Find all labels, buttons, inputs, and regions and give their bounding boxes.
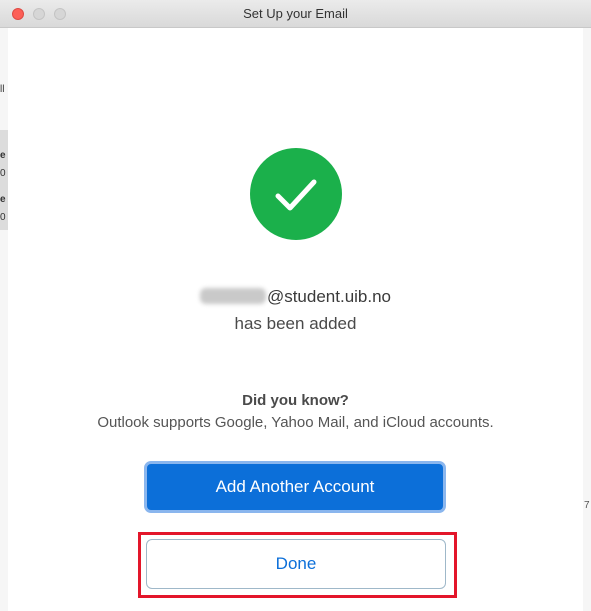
background-fragment: e: [0, 194, 6, 205]
title-bar: Set Up your Email: [0, 0, 591, 28]
did-you-know-heading: Did you know?: [242, 392, 349, 409]
email-domain: @student.uib.no: [266, 287, 392, 306]
screen: ll e 0 e 0 7 Set Up your Email @student.…: [0, 0, 591, 611]
checkmark-icon: [275, 179, 317, 211]
background-fragment: ll: [0, 84, 5, 95]
added-status-text: has been added: [234, 314, 357, 333]
checkmark-circle-icon: [250, 148, 342, 240]
window-title: Set Up your Email: [243, 6, 348, 21]
background-app-right-edge: 7: [582, 22, 591, 611]
background-fragment: 0: [0, 212, 6, 223]
add-another-account-button[interactable]: Add Another Account: [144, 461, 446, 513]
account-email: @student.uib.no: [8, 287, 583, 307]
background-fragment: e: [0, 150, 6, 161]
redacted-username: [199, 288, 266, 304]
setup-email-dialog: @student.uib.no has been added Did you k…: [8, 28, 583, 611]
supported-accounts-text: Outlook supports Google, Yahoo Mail, and…: [97, 414, 494, 431]
background-fragment: 0: [0, 168, 6, 179]
done-button[interactable]: Done: [146, 539, 446, 589]
background-fragment: 7: [584, 500, 590, 511]
